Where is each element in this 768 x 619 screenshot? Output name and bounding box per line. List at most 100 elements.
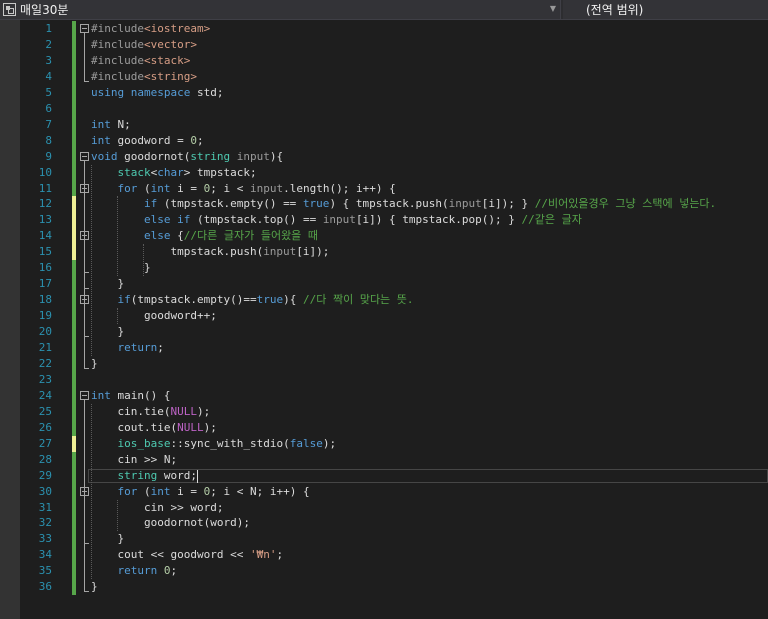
- line-number: 35: [38, 564, 52, 578]
- outline-bracket-end: [84, 543, 89, 545]
- line-number: 24: [38, 388, 52, 402]
- code-line[interactable]: 11 for (int i = 0; i < input.length(); i…: [0, 180, 768, 197]
- code-token: }: [91, 580, 98, 594]
- code-line[interactable]: 4 #include<string>: [0, 68, 768, 85]
- code-line[interactable]: 30 for (int i = 0; i < N; i++) {: [0, 483, 768, 500]
- code-line[interactable]: 6: [0, 100, 768, 117]
- line-number: 5: [45, 85, 52, 99]
- line-number: 9: [45, 149, 52, 163]
- code-line[interactable]: 17 }: [0, 276, 768, 293]
- code-token: char: [157, 165, 184, 179]
- code-text: goodornot(word);: [91, 515, 250, 531]
- code-text: if (tmpstack.empty() == true) { tmpstack…: [91, 196, 716, 212]
- code-line[interactable]: 25 cin.tie(NULL);: [0, 403, 768, 420]
- code-line[interactable]: 2 #include<vector>: [0, 36, 768, 53]
- code-text: int goodword = 0;: [91, 133, 204, 149]
- code-line[interactable]: 33 }: [0, 531, 768, 548]
- indent-guide: [117, 308, 118, 325]
- code-line[interactable]: 26 cout.tie(NULL);: [0, 419, 768, 436]
- code-line[interactable]: 15 tmpstack.push(input[i]);: [0, 244, 768, 261]
- code-line[interactable]: 8 int goodword = 0;: [0, 132, 768, 149]
- line-number: 32: [38, 516, 52, 530]
- collapse-toggle-icon[interactable]: [80, 390, 89, 400]
- code-token: cin >> N;: [91, 452, 178, 466]
- project-scope-label: 매일30분: [20, 3, 69, 17]
- code-line[interactable]: 31 cin >> word;: [0, 499, 768, 516]
- outline-bracket: [84, 33, 85, 81]
- code-line[interactable]: 14 else {//다른 글자가 들어왔을 때: [0, 228, 768, 245]
- code-token: {: [170, 229, 184, 243]
- project-scope-dropdown[interactable]: 매일30분 ▼: [0, 0, 561, 19]
- code-line[interactable]: 21 return;: [0, 340, 768, 356]
- code-token: );: [196, 404, 211, 418]
- code-token: [i]) { tmpstack.pop(); }: [355, 213, 522, 227]
- code-token: [i]);: [296, 245, 330, 259]
- code-token: (tmpstack.top() ==: [190, 213, 323, 227]
- code-text: }: [91, 260, 151, 276]
- code-token: main() {: [110, 388, 171, 402]
- line-number: 1: [45, 22, 52, 35]
- code-line[interactable]: 7 int N;: [0, 116, 768, 133]
- code-token: //다 짝이 맞다는 뜻.: [302, 293, 414, 307]
- code-line[interactable]: 28 cin >> N;: [0, 451, 768, 468]
- code-line[interactable]: 20 }: [0, 324, 768, 341]
- code-line[interactable]: 18 if(tmpstack.empty()==true){ //다 짝이 맞다…: [0, 292, 768, 309]
- change-tracking-bar: [72, 228, 76, 245]
- code-token: word;: [157, 468, 197, 482]
- code-line[interactable]: 9 void goodornot(string input){: [0, 148, 768, 165]
- code-line[interactable]: 12 if (tmpstack.empty() == true) { tmpst…: [0, 196, 768, 213]
- code-token: stack: [117, 165, 151, 179]
- outline-bracket-end: [84, 336, 89, 338]
- code-token: for: [117, 181, 138, 195]
- line-number: 21: [38, 341, 52, 354]
- code-token: );: [322, 436, 337, 450]
- code-text: int N;: [91, 117, 131, 133]
- code-token: //같은 글자: [521, 213, 582, 227]
- code-line[interactable]: 16 }: [0, 260, 768, 277]
- line-number: 29: [38, 468, 52, 482]
- change-tracking-bar: [72, 515, 76, 532]
- code-token: return: [117, 564, 158, 578]
- code-line[interactable]: 32 goodornot(word);: [0, 515, 768, 532]
- code-token: void: [91, 149, 118, 163]
- code-token: #include: [91, 22, 144, 35]
- code-text: stack<char> tmpstack;: [91, 165, 257, 181]
- code-line[interactable]: 22}: [0, 355, 768, 372]
- code-editor[interactable]: 1 #include<iostream> 2 #include<vector> 3 #in…: [0, 20, 768, 619]
- code-token: input: [236, 149, 270, 163]
- code-line[interactable]: 13 else if (tmpstack.top() == input[i]) …: [0, 212, 768, 229]
- code-line[interactable]: 10 stack<char> tmpstack;: [0, 164, 768, 181]
- code-token: );: [203, 420, 217, 434]
- code-line[interactable]: 34 cout << goodword << '₩n';: [0, 547, 768, 564]
- code-line[interactable]: 24 int main() {: [0, 387, 768, 404]
- change-tracking-bar: [72, 483, 76, 500]
- code-line[interactable]: 29 string word;: [0, 467, 768, 484]
- code-token: int: [91, 388, 111, 402]
- change-tracking-bar: [72, 547, 76, 564]
- text-caret: [196, 469, 198, 483]
- collapse-toggle-icon[interactable]: [80, 24, 89, 33]
- code-text: }: [91, 579, 98, 595]
- code-text: #include<stack>: [91, 53, 190, 69]
- change-tracking-bar: [72, 435, 76, 452]
- code-line[interactable]: 36}: [0, 579, 768, 596]
- code-token: }: [91, 325, 125, 339]
- chevron-down-icon[interactable]: ▼: [550, 4, 556, 13]
- collapse-toggle-icon[interactable]: [80, 151, 89, 161]
- code-line[interactable]: 35 return 0;: [0, 563, 768, 580]
- line-number: 18: [38, 293, 52, 307]
- code-line[interactable]: 19 goodword++;: [0, 308, 768, 325]
- global-scope-dropdown[interactable]: (전역 범위): [563, 0, 768, 19]
- code-line[interactable]: 23: [0, 371, 768, 388]
- code-token: ;: [276, 548, 284, 562]
- code-line[interactable]: 1 #include<iostream>: [0, 21, 768, 37]
- code-text: if(tmpstack.empty()==true){ //다 짝이 맞다는 뜻…: [91, 292, 414, 308]
- code-line[interactable]: 5 using namespace std;: [0, 84, 768, 101]
- code-token: using: [91, 85, 125, 99]
- code-line[interactable]: 27 ios_base::sync_with_stdio(false);: [0, 435, 768, 452]
- change-tracking-bar: [72, 419, 76, 436]
- code-line[interactable]: 3 #include<stack>: [0, 52, 768, 69]
